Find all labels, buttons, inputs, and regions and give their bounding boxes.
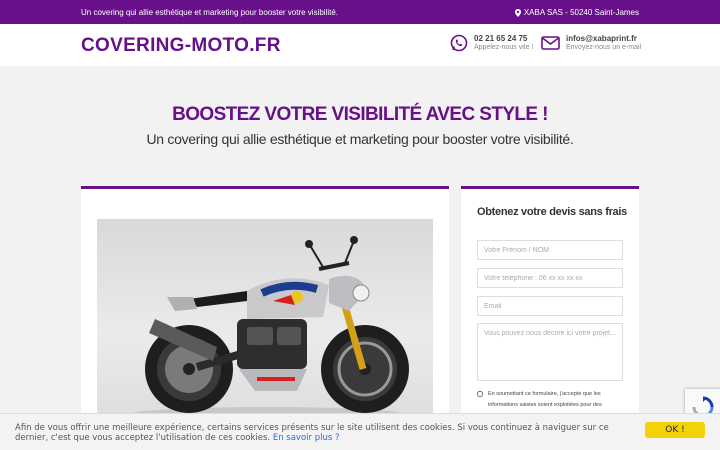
name-field[interactable] xyxy=(477,240,623,260)
phone-subtext: Appelez-nous vite ! xyxy=(474,44,534,51)
quote-form-card: Obtenez votre devis sans frais En soumet… xyxy=(461,186,639,426)
email-contact[interactable]: infos@xabaprint.fr Envoyez-nous un e-mai… xyxy=(541,34,641,52)
cookie-banner: Afin de vous offrir une meilleure expéri… xyxy=(0,413,720,450)
hero-title: BOOSTEZ VOTRE VISIBILITÉ AVEC STYLE ! xyxy=(172,104,548,125)
form-title: Obtenez votre devis sans frais xyxy=(477,206,627,218)
consent-text: En soumettant ce formulaire, j'accepte q… xyxy=(488,391,602,408)
site-logo[interactable]: COVERING-MOTO.FR xyxy=(81,35,281,57)
site-header: COVERING-MOTO.FR 02 21 65 24 75 Appelez-… xyxy=(0,24,720,66)
cookie-text-block: Afin de vous offrir une meilleure expéri… xyxy=(15,423,625,443)
email-address: infos@xabaprint.fr xyxy=(566,34,637,43)
cookie-ok-button[interactable]: OK ! xyxy=(645,422,705,438)
email-field[interactable] xyxy=(477,296,623,316)
address: XABA SAS - 50240 Saint-James xyxy=(514,8,639,17)
phone-field[interactable] xyxy=(477,268,623,288)
consent-checkbox[interactable] xyxy=(477,391,483,397)
motorcycle-photo xyxy=(97,219,433,426)
envelope-icon xyxy=(541,36,560,50)
message-field[interactable] xyxy=(477,323,623,381)
hero-subtitle: Un covering qui allie esthétique et mark… xyxy=(146,131,574,147)
phone-number: 02 21 65 24 75 xyxy=(474,34,528,43)
cookie-learn-more-link[interactable]: En savoir plus ? xyxy=(273,433,340,443)
email-subtext: Envoyez-nous un e-mail xyxy=(566,44,642,51)
consent-checkbox-row[interactable]: En soumettant ce formulaire, j'accepte q… xyxy=(477,389,627,411)
address-text: XABA SAS - 50240 Saint-James xyxy=(523,8,639,17)
tagline: Un covering qui allie esthétique et mark… xyxy=(81,8,339,17)
top-bar: Un covering qui allie esthétique et mark… xyxy=(0,0,720,24)
map-pin-icon xyxy=(514,8,521,17)
whatsapp-icon xyxy=(450,34,468,52)
showcase-card xyxy=(81,186,449,426)
phone-contact[interactable]: 02 21 65 24 75 Appelez-nous vite ! xyxy=(450,34,534,52)
